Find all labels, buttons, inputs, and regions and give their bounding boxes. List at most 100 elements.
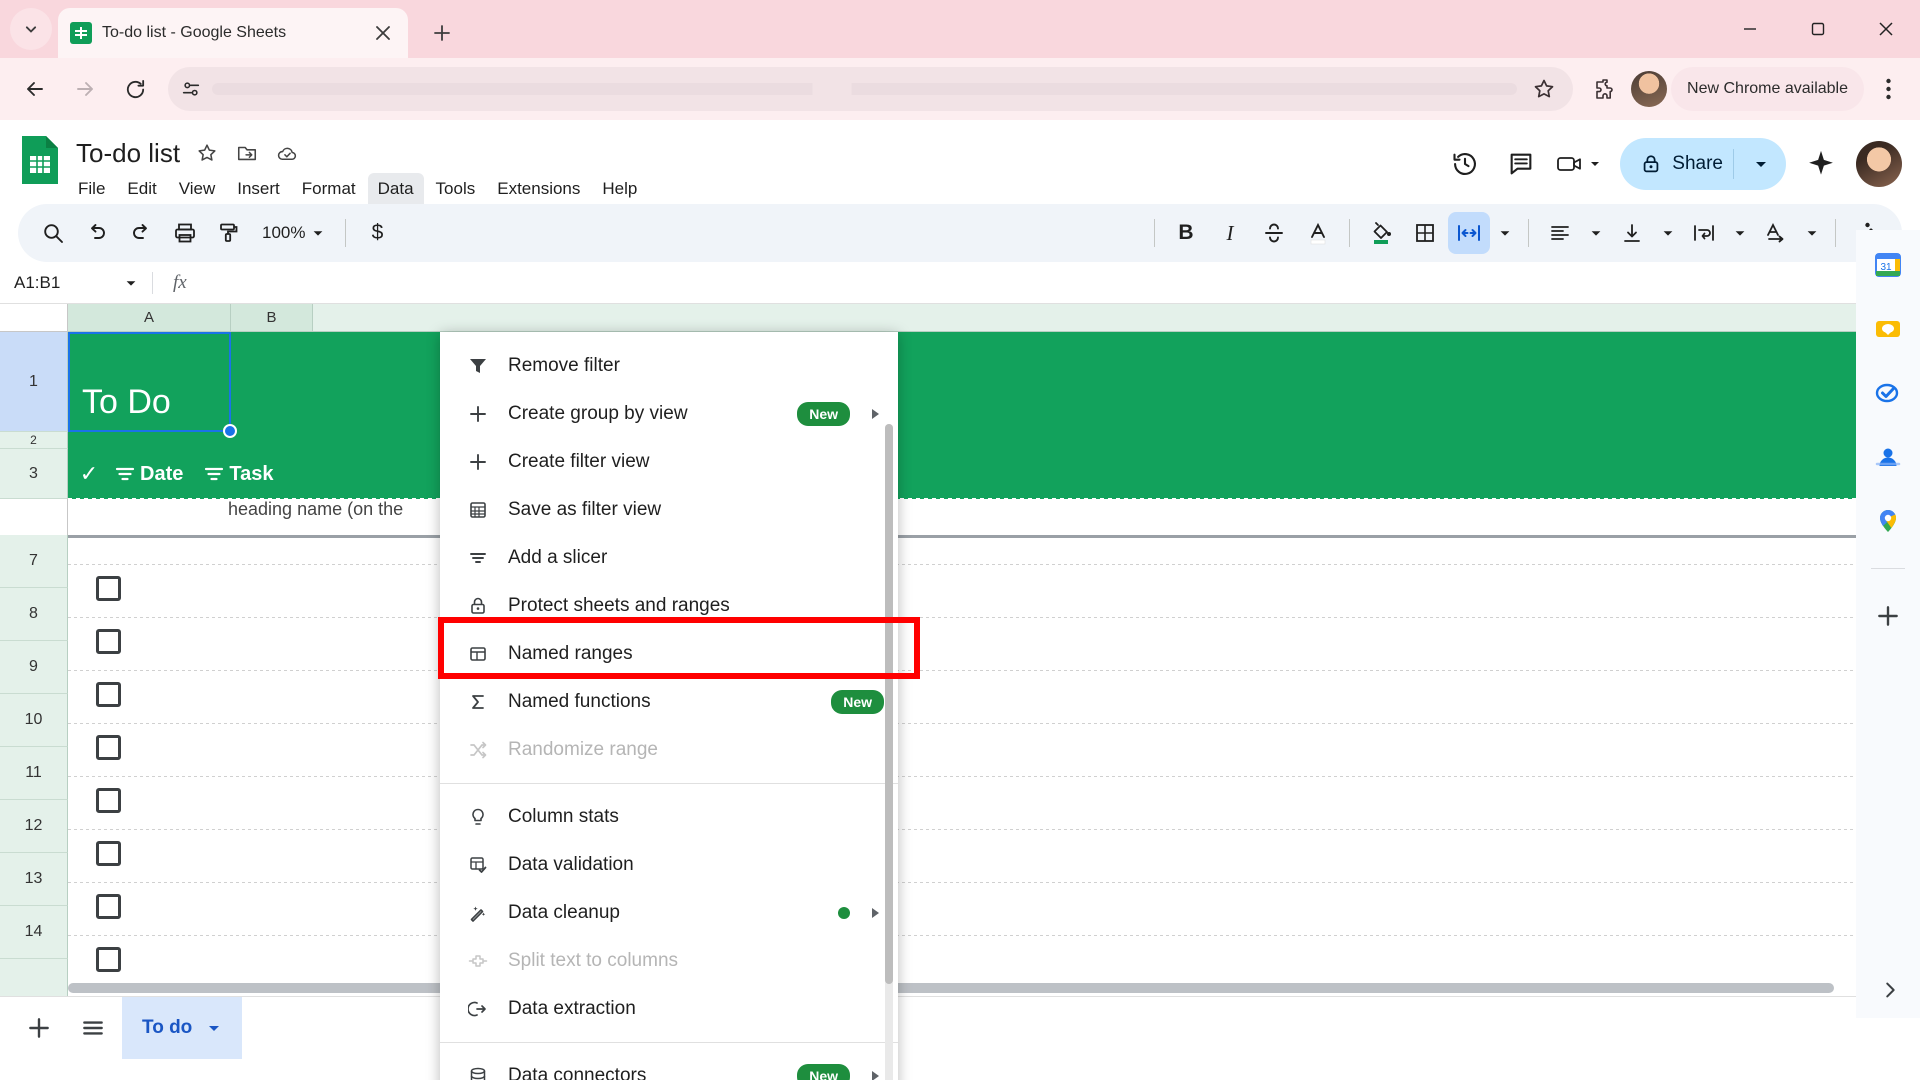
browser-profile-avatar[interactable]	[1631, 71, 1668, 107]
strikethrough-icon[interactable]	[1253, 212, 1295, 254]
checkbox-row-9[interactable]	[96, 682, 121, 707]
google-calendar-icon[interactable]: 31	[1871, 248, 1905, 282]
cell-a1[interactable]: To Do	[68, 332, 231, 432]
text-color-icon[interactable]	[1297, 212, 1339, 254]
search-icon[interactable]	[32, 212, 74, 254]
maximize-icon[interactable]	[1784, 0, 1852, 58]
close-window-icon[interactable]	[1852, 0, 1920, 58]
menu-item-remove-filter[interactable]: Remove filter	[440, 342, 898, 390]
horizontal-scrollbar-thumb[interactable]	[68, 983, 1834, 993]
checkbox-row-14[interactable]	[96, 947, 121, 972]
checkbox-row-11[interactable]	[96, 788, 121, 813]
menu-item-column-stats[interactable]: Column stats	[440, 793, 898, 841]
menu-item-create-group-by-view[interactable]: Create group by view New	[440, 390, 898, 438]
checkbox-row-7[interactable]	[96, 576, 121, 601]
menu-view[interactable]: View	[169, 173, 226, 205]
menu-item-data-cleanup[interactable]: Data cleanup	[440, 889, 898, 937]
menu-insert[interactable]: Insert	[227, 173, 290, 205]
menu-item-data-validation[interactable]: Data validation	[440, 841, 898, 889]
vertical-align-chevron-icon[interactable]	[1655, 212, 1681, 254]
text-wrapping-icon[interactable]	[1683, 212, 1725, 254]
name-box[interactable]: A1:B1	[0, 273, 152, 293]
paint-format-icon[interactable]	[208, 212, 250, 254]
chrome-update-notice[interactable]: New Chrome available	[1671, 67, 1864, 111]
merge-cells-icon[interactable]	[1448, 212, 1490, 254]
row-header-9[interactable]: 9	[0, 641, 68, 694]
selection-fill-handle[interactable]	[223, 424, 237, 438]
select-all-corner[interactable]	[0, 304, 68, 332]
text-rotation-icon[interactable]	[1755, 212, 1797, 254]
google-contacts-icon[interactable]	[1871, 440, 1905, 474]
move-to-folder-icon[interactable]	[234, 140, 260, 166]
close-tab-icon[interactable]	[370, 20, 396, 46]
redo-icon[interactable]	[120, 212, 162, 254]
menu-item-data-extraction[interactable]: Data extraction	[440, 985, 898, 1033]
menu-extensions[interactable]: Extensions	[487, 173, 590, 205]
bookmark-star-icon[interactable]	[1527, 72, 1561, 106]
italic-button[interactable]: I	[1209, 212, 1251, 254]
menu-item-data-connectors[interactable]: Data connectors New	[440, 1052, 898, 1080]
google-maps-icon[interactable]	[1871, 504, 1905, 538]
extensions-puzzle-icon[interactable]	[1583, 67, 1627, 111]
menu-item-named-functions[interactable]: Named functions New	[440, 678, 898, 726]
comment-icon[interactable]	[1496, 139, 1546, 189]
menu-item-named-ranges[interactable]: Named ranges	[440, 630, 898, 678]
menu-item-protect-sheets-and-ranges[interactable]: Protect sheets and ranges	[440, 582, 898, 630]
expand-side-panel-icon[interactable]	[1870, 970, 1910, 1010]
minimize-icon[interactable]	[1716, 0, 1784, 58]
google-tasks-icon[interactable]	[1871, 376, 1905, 410]
new-tab-icon[interactable]	[425, 16, 459, 50]
all-sheets-icon[interactable]	[68, 1003, 118, 1053]
menu-item-create-filter-view[interactable]: Create filter view	[440, 438, 898, 486]
checkbox-row-8[interactable]	[96, 629, 121, 654]
column-header-b[interactable]: B	[231, 304, 313, 332]
row-header-2[interactable]: 2	[0, 432, 68, 449]
row-header-3[interactable]: 3	[0, 449, 68, 499]
add-sheet-icon[interactable]	[14, 1003, 64, 1053]
avatar[interactable]	[1856, 141, 1902, 187]
fill-color-icon[interactable]	[1360, 212, 1402, 254]
horizontal-align-chevron-icon[interactable]	[1583, 212, 1609, 254]
row-header-1[interactable]: 1	[0, 332, 68, 432]
undo-icon[interactable]	[76, 212, 118, 254]
address-bar[interactable]	[168, 67, 1574, 111]
video-camera-icon[interactable]	[1552, 139, 1606, 189]
star-icon[interactable]	[194, 140, 220, 166]
menu-item-add-a-slicer[interactable]: Add a slicer	[440, 534, 898, 582]
horizontal-align-icon[interactable]	[1539, 212, 1581, 254]
text-rotation-chevron-icon[interactable]	[1799, 212, 1825, 254]
row-header-10[interactable]: 10	[0, 694, 68, 747]
browser-tab[interactable]: To-do list - Google Sheets	[58, 8, 408, 58]
filter-icon-task[interactable]	[199, 464, 229, 484]
menu-scrollbar-thumb[interactable]	[885, 424, 893, 984]
drive-cloud-icon[interactable]	[274, 140, 300, 166]
sheet-tab-to-do[interactable]: To do	[122, 996, 243, 1059]
forward-arrow-icon[interactable]	[62, 66, 108, 112]
filter-icon-date[interactable]	[110, 464, 140, 484]
sheet-tab-chevron-down-icon[interactable]	[206, 1020, 222, 1036]
row-header-15[interactable]	[0, 959, 68, 996]
bold-button[interactable]: B	[1165, 212, 1207, 254]
row-header-11[interactable]: 11	[0, 747, 68, 800]
reload-icon[interactable]	[112, 66, 158, 112]
menu-help[interactable]: Help	[592, 173, 647, 205]
merge-chevron-down-icon[interactable]	[1492, 212, 1518, 254]
horizontal-scrollbar[interactable]	[68, 980, 1904, 996]
menu-scrollbar[interactable]	[885, 424, 893, 1080]
tab-search-chevron-icon[interactable]	[10, 8, 52, 50]
checkbox-row-10[interactable]	[96, 735, 121, 760]
row-header-8[interactable]: 8	[0, 588, 68, 641]
borders-icon[interactable]	[1404, 212, 1446, 254]
back-arrow-icon[interactable]	[12, 66, 58, 112]
row-header-7[interactable]: 7	[0, 535, 68, 588]
browser-kebab-menu-icon[interactable]	[1868, 67, 1908, 111]
row-header-13[interactable]: 13	[0, 853, 68, 906]
checkbox-row-13[interactable]	[96, 894, 121, 919]
menu-file[interactable]: File	[68, 173, 115, 205]
menu-format[interactable]: Format	[292, 173, 366, 205]
checkbox-row-12[interactable]	[96, 841, 121, 866]
google-keep-icon[interactable]	[1871, 312, 1905, 346]
site-settings-icon[interactable]	[180, 78, 202, 100]
print-icon[interactable]	[164, 212, 206, 254]
menu-data[interactable]: Data	[367, 173, 424, 205]
